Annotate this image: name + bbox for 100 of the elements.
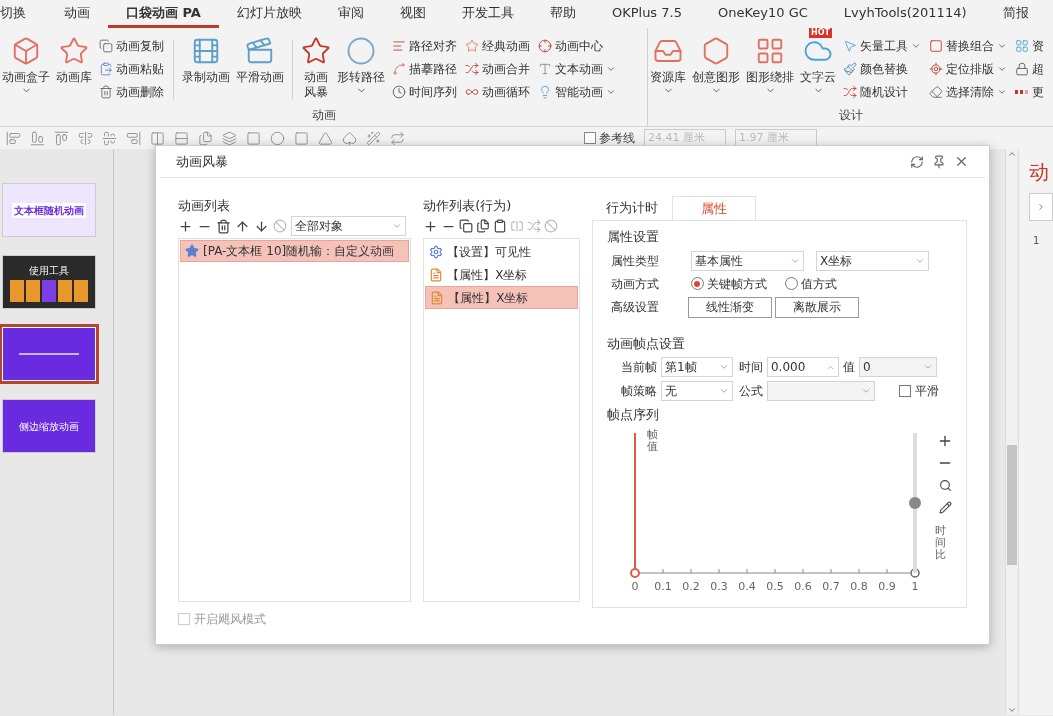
ribbon-small-button[interactable]: 动画合并	[465, 59, 530, 78]
ribbon-small-button[interactable]: 替换组合	[929, 36, 1007, 55]
copy-icon[interactable]	[459, 219, 474, 233]
ribbon-tab[interactable]: LvyhTools(201114)	[825, 0, 985, 28]
ribbon-button[interactable]: 创意图形	[690, 36, 742, 96]
ribbon-small-button[interactable]: 选择清除	[929, 82, 1007, 101]
option-button[interactable]: 线性渐变	[687, 296, 772, 318]
ribbon-small-button[interactable]: 时间序列	[392, 82, 457, 101]
toolbar-icon[interactable]	[174, 130, 189, 146]
ribbon-button[interactable]: 动画风暴	[299, 36, 333, 100]
property-type-dropdown[interactable]: 基本属性	[690, 250, 804, 271]
toolbar-icon[interactable]	[78, 130, 93, 146]
smooth-checkbox[interactable]	[898, 385, 911, 397]
ribbon-button[interactable]: 动画盒子	[0, 36, 52, 96]
ribbon-button[interactable]: 文字云	[798, 36, 838, 96]
tab[interactable]: 行为计时	[591, 196, 672, 220]
property-dropdown[interactable]: X坐标	[815, 250, 929, 271]
ribbon-small-button[interactable]: 矢量工具	[843, 36, 921, 55]
scroll-down-icon[interactable]	[1007, 705, 1017, 715]
ribbon-small-button[interactable]: 描摹路径	[392, 59, 457, 78]
toolbar-icon[interactable]	[126, 130, 141, 146]
ribbon-small-button[interactable]: 动画粘贴	[99, 59, 164, 78]
search-icon[interactable]	[938, 478, 952, 492]
toolbar-icon[interactable]	[270, 130, 285, 146]
ribbon-tab[interactable]: OKPlus 7.5	[593, 0, 700, 28]
ribbon-small-button[interactable]: 智能动画	[538, 82, 616, 101]
ribbon-small-button[interactable]: 超	[1015, 59, 1044, 78]
guides-checkbox[interactable]: 参考线	[584, 129, 635, 147]
refresh-icon[interactable]	[910, 154, 924, 169]
ribbon-small-button[interactable]: 颜色替换	[843, 59, 921, 78]
ribbon-small-button[interactable]: 动画删除	[99, 82, 164, 101]
pin-icon[interactable]	[932, 154, 946, 169]
action-item[interactable]: 【设置】可见性	[425, 240, 578, 263]
pencil-icon[interactable]	[938, 500, 952, 514]
swap-icon[interactable]	[527, 219, 542, 233]
toolbar-icon[interactable]	[30, 130, 45, 146]
scroll-up-icon[interactable]	[1007, 149, 1017, 159]
disable-icon[interactable]	[544, 219, 559, 233]
ribbon-small-button[interactable]: 动画复制	[99, 36, 164, 55]
disable-icon[interactable]	[273, 219, 287, 233]
move-up-icon[interactable]	[235, 218, 250, 234]
ribbon-small-button[interactable]: 路径对齐	[392, 36, 457, 55]
toolbar-icon[interactable]	[102, 130, 117, 146]
ribbon-tab[interactable]: 简报	[984, 0, 1047, 28]
ribbon-tab[interactable]: 视图	[381, 0, 444, 28]
value-dropdown[interactable]: 0	[858, 357, 937, 377]
trash-icon[interactable]	[216, 218, 231, 234]
option-button[interactable]: 离散展示	[774, 296, 859, 318]
ribbon-button[interactable]: 录制动画	[180, 36, 232, 85]
paste-icon[interactable]	[493, 219, 508, 233]
toolbar-icon[interactable]	[366, 130, 381, 146]
toolbar-icon[interactable]	[294, 130, 309, 146]
ribbon-tab[interactable]: 幻灯片放映	[218, 0, 320, 28]
add-icon[interactable]	[423, 218, 439, 234]
strategy-dropdown[interactable]: 无	[660, 381, 733, 401]
toolbar-icon[interactable]	[6, 130, 21, 146]
animation-item[interactable]: [PA-文本框 10]随机输：自定义动画	[180, 240, 410, 262]
ribbon-tab[interactable]: 动画	[46, 0, 108, 28]
ribbon-tab[interactable]: 切换	[0, 0, 46, 28]
ribbon-button[interactable]: 平滑动画	[234, 36, 286, 85]
ribbon-small-button[interactable]: 随机设计	[843, 82, 921, 101]
slide-thumbnail[interactable]: 侧边缩放动画	[2, 399, 96, 453]
toolbar-icon[interactable]	[54, 130, 69, 146]
toolbar-icon[interactable]	[318, 130, 333, 146]
ribbon-tab[interactable]: 审阅	[319, 0, 382, 28]
toolbar-icon[interactable]	[150, 130, 165, 146]
time-field[interactable]: 0.000	[766, 357, 839, 377]
ribbon-tab[interactable]: 开发工具	[443, 0, 532, 28]
tab[interactable]: 属性	[671, 196, 756, 220]
ribbon-tab[interactable]: 口袋动画 PA	[108, 0, 219, 28]
slide-thumbnail[interactable]: 文本框随机动画	[2, 183, 96, 237]
ribbon-small-button[interactable]: 定位排版	[929, 59, 1007, 78]
add-icon[interactable]	[178, 218, 193, 234]
ribbon-tab[interactable]: 帮助	[531, 0, 594, 28]
ribbon-tab[interactable]: OneKey10 GC	[699, 0, 826, 28]
ribbon-button[interactable]: 形转路径	[335, 36, 387, 96]
ribbon-small-button[interactable]: 经典动画	[465, 36, 530, 55]
action-item[interactable]: 【属性】X坐标	[425, 263, 578, 286]
slide-thumbnail[interactable]: 使用工具	[2, 255, 96, 309]
toolbar-icon[interactable]	[390, 130, 405, 146]
scrollbar-thumb[interactable]	[1007, 445, 1017, 565]
frame-dropdown[interactable]: 第1帧	[660, 357, 733, 377]
move-down-icon[interactable]	[254, 218, 269, 234]
ribbon-small-button[interactable]: 动画中心	[538, 36, 616, 55]
pane-button[interactable]	[1029, 193, 1053, 221]
duplicate-icon[interactable]	[476, 219, 491, 233]
toolbar-icon[interactable]	[342, 130, 357, 146]
keyframe-marker[interactable]	[629, 567, 640, 578]
toolbar-icon[interactable]	[198, 130, 213, 146]
ribbon-button[interactable]: 动画库	[54, 36, 94, 85]
ribbon-small-button[interactable]: 资	[1015, 36, 1044, 55]
close-icon[interactable]	[954, 154, 969, 169]
filter-dropdown[interactable]: 全部对象	[291, 216, 406, 236]
slider-thumb[interactable]	[908, 496, 921, 509]
ribbon-small-button[interactable]: 文本动画	[538, 59, 616, 78]
toolbar-icon[interactable]	[222, 130, 237, 146]
toolbar-icon[interactable]	[246, 130, 261, 146]
ribbon-small-button[interactable]: 动画循环	[465, 82, 530, 101]
ribbon-button[interactable]: 图形绕排	[744, 36, 796, 96]
ribbon-small-button[interactable]: 更	[1015, 82, 1044, 101]
